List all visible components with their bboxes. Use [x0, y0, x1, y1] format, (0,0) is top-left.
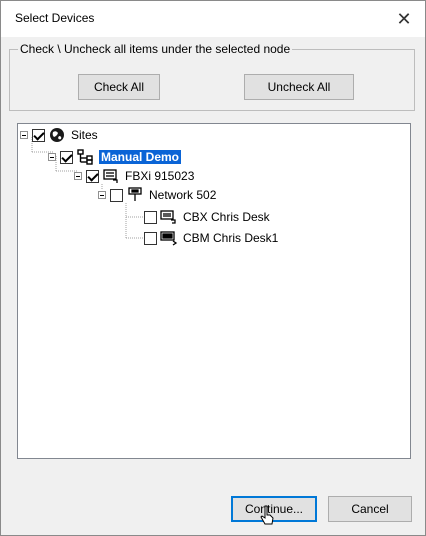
tree-node-label: FBXi 915023	[125, 169, 195, 183]
title-bar: Select Devices ✕	[1, 1, 425, 37]
tree-node-label: Network 502	[149, 188, 217, 202]
tree-node-fbxi[interactable]: FBXi 915023	[74, 167, 194, 185]
tree-node-sites[interactable]: Sites	[20, 126, 98, 144]
tree-node-label: Sites	[71, 128, 98, 142]
cbm-device-icon	[160, 230, 178, 246]
tree-node-manual-demo[interactable]: Manual Demo	[48, 148, 182, 166]
tree-node-label: CBX Chris Desk	[183, 210, 270, 224]
uncheck-all-button[interactable]: Uncheck All	[244, 74, 354, 100]
manual-demo-checkbox[interactable]	[60, 150, 73, 164]
collapse-toggle[interactable]	[20, 131, 28, 139]
cbx-device-icon	[160, 209, 178, 225]
select-devices-dialog: Select Devices ✕ Check \ Uncheck all ite…	[0, 0, 426, 536]
tree-node-cbm-chris-desk1[interactable]: CBM Chris Desk1	[144, 229, 278, 247]
dialog-title: Select Devices	[15, 11, 95, 25]
collapse-toggle[interactable]	[48, 153, 56, 161]
collapse-toggle[interactable]	[74, 172, 82, 180]
device-tree[interactable]: Sites Manual Demo FBXi 915023 Network 50…	[17, 123, 411, 459]
close-icon: ✕	[396, 8, 412, 29]
network-node-icon	[126, 187, 144, 203]
tree-node-label: Manual Demo	[99, 150, 182, 164]
device-icon	[102, 168, 120, 184]
tree-node-network-502[interactable]: Network 502	[98, 186, 216, 204]
group-legend: Check \ Uncheck all items under the sele…	[18, 42, 293, 56]
fbxi-checkbox[interactable]	[86, 169, 99, 183]
collapse-toggle[interactable]	[98, 191, 106, 199]
cbx-checkbox[interactable]	[144, 210, 157, 224]
sites-checkbox[interactable]	[32, 128, 45, 142]
close-button[interactable]: ✕	[389, 5, 419, 33]
globe-icon	[48, 127, 66, 143]
check-uncheck-groupbox: Check \ Uncheck all items under the sele…	[9, 42, 415, 111]
network-icon	[76, 149, 94, 165]
check-all-button[interactable]: Check All	[78, 74, 160, 100]
tree-node-label: CBM Chris Desk1	[183, 231, 279, 245]
cancel-button[interactable]: Cancel	[328, 496, 412, 522]
cbm-checkbox[interactable]	[144, 231, 157, 245]
mouse-pointer-icon	[260, 505, 274, 525]
network-502-checkbox[interactable]	[110, 188, 123, 202]
tree-node-cbx-chris-desk[interactable]: CBX Chris Desk	[144, 208, 270, 226]
